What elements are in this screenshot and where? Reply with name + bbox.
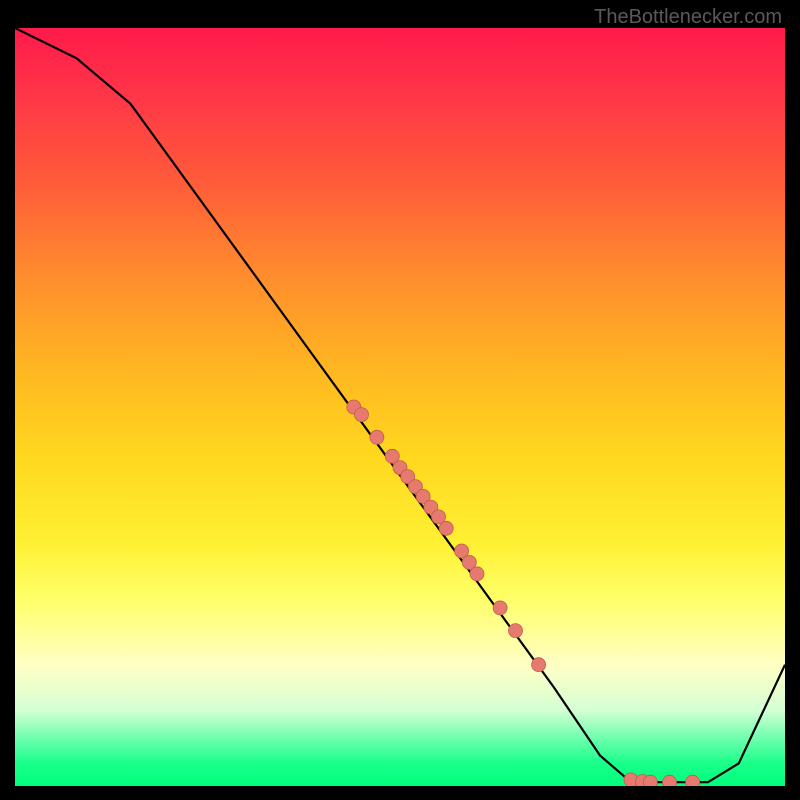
- watermark-text: TheBottlenecker.com: [594, 6, 782, 29]
- scatter-points: [347, 400, 700, 786]
- curve-line: [15, 28, 785, 782]
- data-point: [509, 624, 523, 638]
- data-point: [439, 521, 453, 535]
- data-point: [663, 775, 677, 786]
- data-point: [470, 567, 484, 581]
- chart-svg: [15, 28, 785, 786]
- data-point: [532, 658, 546, 672]
- data-point: [355, 408, 369, 422]
- data-point: [686, 775, 700, 786]
- data-point: [493, 601, 507, 615]
- data-point: [643, 775, 657, 786]
- data-point: [370, 430, 384, 444]
- chart-plot-area: [15, 28, 785, 786]
